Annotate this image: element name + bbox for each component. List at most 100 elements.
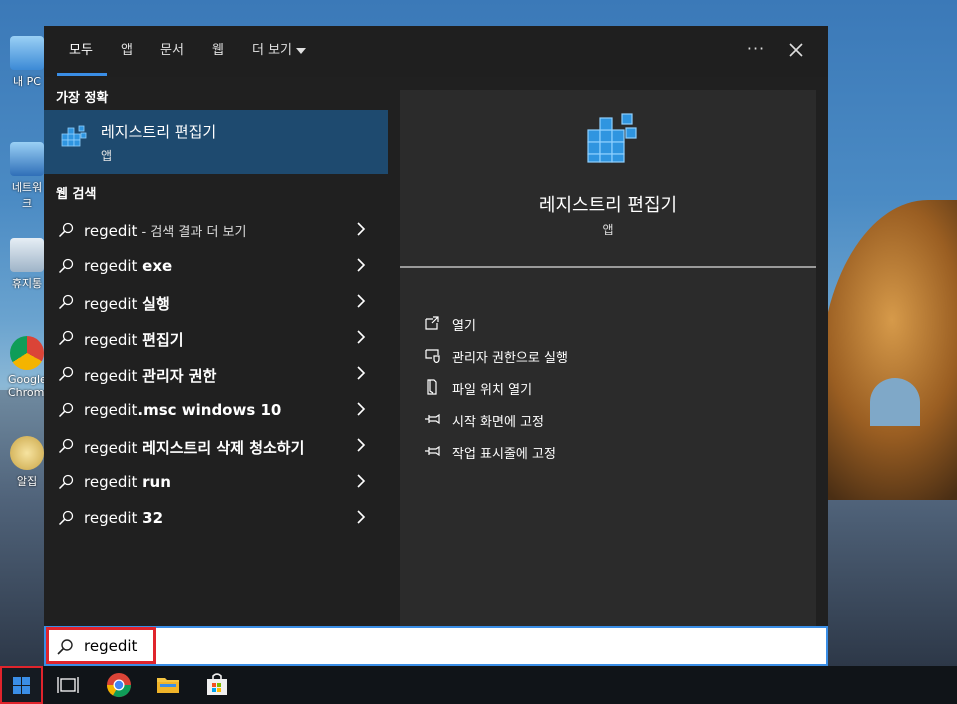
best-match-item[interactable]: 레지스트리 편집기 앱 [44, 110, 388, 174]
query-suggestion: 32 [142, 509, 164, 527]
query-suggestion: exe [142, 257, 173, 275]
web-search-query: regedit 편집기 [84, 329, 184, 350]
desktop-icon-recycle-bin[interactable]: 휴지통 [8, 238, 46, 291]
search-icon [58, 438, 74, 454]
query-suggestion: 레지스트리 삭제 청소하기 [142, 439, 305, 457]
query-suggestion: 실행 [142, 295, 170, 313]
active-tab-indicator [57, 73, 107, 76]
file-explorer-icon[interactable] [155, 672, 181, 698]
query-prefix: regedit [84, 401, 138, 419]
detail-pane: 레지스트리 편집기 앱 열기 관리자 권한으로 실행 파일 위치 열기 시작 화… [400, 90, 816, 626]
web-search-item[interactable]: regedit 레지스트리 삭제 청소하기 [44, 428, 388, 464]
query-prefix: regedit [84, 509, 143, 527]
recycle-bin-icon [10, 238, 44, 272]
web-search-item[interactable]: regedit 관리자 권한 [44, 356, 388, 392]
action-label: 시작 화면에 고정 [452, 415, 544, 430]
search-icon [58, 222, 74, 238]
action-label: 관리자 권한으로 실행 [452, 351, 568, 366]
registry-editor-large-icon [587, 113, 637, 163]
start-button[interactable] [0, 666, 43, 704]
action-pin-to-taskbar[interactable]: 작업 표시줄에 고정 [424, 442, 804, 462]
chrome-taskbar-icon[interactable] [106, 672, 132, 698]
web-search-item[interactable]: regedit - 검색 결과 더 보기 [44, 212, 388, 248]
action-run-as-admin[interactable]: 관리자 권한으로 실행 [424, 346, 804, 366]
web-search-query: regedit 레지스트리 삭제 청소하기 [84, 437, 304, 458]
search-icon [58, 258, 74, 274]
web-search-item[interactable]: regedit run [44, 464, 388, 500]
close-icon [789, 43, 803, 57]
desktop-icon-label: 알집 [16, 475, 38, 488]
web-search-query: regedit 32 [84, 509, 163, 527]
file-location-icon [427, 379, 437, 395]
wallpaper-cliff [820, 200, 957, 500]
desktop-icon-label: 휴지통 [11, 277, 43, 290]
web-search-query: regedit.msc windows 10 [84, 401, 281, 419]
shield-icon [425, 349, 440, 363]
web-search-item[interactable]: regedit 32 [44, 500, 388, 536]
results-list: 가장 정확 레지스트리 편집기 앱 웹 검색 regedit - 검색 결과 더… [44, 77, 388, 626]
action-label: 작업 표시줄에 고정 [452, 447, 556, 462]
web-search-item[interactable]: regedit.msc windows 10 [44, 392, 388, 428]
web-search-query: regedit 관리자 권한 [84, 365, 216, 386]
query-suggestion: run [142, 473, 171, 491]
search-icon [58, 294, 74, 310]
action-label: 열기 [452, 319, 476, 334]
chrome-icon [10, 336, 44, 370]
close-button[interactable] [784, 38, 808, 62]
query-prefix: regedit [84, 257, 143, 275]
query-prefix: regedit [84, 331, 143, 349]
web-search-query: regedit 실행 [84, 293, 170, 314]
search-box[interactable]: regedit [44, 626, 828, 666]
tab-apps[interactable]: 앱 [121, 42, 133, 62]
task-view-icon[interactable] [55, 672, 81, 698]
chevron-right-icon [357, 258, 366, 272]
tab-more-label: 더 보기 [252, 43, 293, 58]
action-open-file-location[interactable]: 파일 위치 열기 [424, 378, 804, 398]
desktop-icon-alzip[interactable]: 알집 [8, 436, 46, 489]
action-open[interactable]: 열기 [424, 314, 804, 334]
more-options-button[interactable]: ··· [744, 38, 768, 62]
detail-header: 레지스트리 편집기 앱 [400, 90, 816, 267]
detail-app-name: 레지스트리 편집기 [538, 195, 678, 216]
desktop-icon-chrome[interactable]: Google Chrome [8, 336, 51, 399]
open-icon [425, 316, 439, 330]
search-tabs-bar: 모두 앱 문서 웹 더 보기 ··· [44, 26, 828, 77]
query-suggestion: .msc windows 10 [137, 401, 282, 419]
alzip-icon [10, 436, 44, 470]
pin-icon [425, 413, 440, 425]
tab-web[interactable]: 웹 [212, 42, 224, 62]
query-prefix: regedit [84, 295, 143, 313]
highlight-box [46, 627, 156, 664]
windows-logo-icon [13, 677, 30, 694]
desktop-icon-network[interactable]: 네트워크 [8, 142, 46, 211]
action-pin-to-start[interactable]: 시작 화면에 고정 [424, 410, 804, 430]
chevron-right-icon [357, 366, 366, 380]
chevron-right-icon [357, 474, 366, 488]
best-match-subtitle: 앱 [101, 149, 113, 163]
network-icon [10, 142, 44, 176]
best-match-heading: 가장 정확 [56, 91, 109, 106]
detail-divider [400, 266, 816, 268]
chevron-right-icon [357, 510, 366, 524]
store-icon[interactable] [204, 672, 230, 698]
search-icon [58, 330, 74, 346]
query-prefix: regedit [84, 367, 143, 385]
query-prefix: regedit [84, 222, 138, 240]
query-suggestion: 관리자 권한 [142, 367, 217, 385]
search-icon [58, 366, 74, 382]
desktop-icon-this-pc[interactable]: 내 PC [8, 36, 46, 89]
detail-app-type: 앱 [602, 223, 614, 237]
search-icon [58, 510, 74, 526]
tab-more[interactable]: 더 보기 [252, 42, 307, 62]
chevron-right-icon [357, 330, 366, 344]
tab-all[interactable]: 모두 [69, 42, 93, 62]
query-suggestion: 편집기 [142, 331, 184, 349]
web-search-item[interactable]: regedit exe [44, 248, 388, 284]
search-icon [58, 474, 74, 490]
web-search-item[interactable]: regedit 실행 [44, 284, 388, 320]
chevron-right-icon [357, 402, 366, 416]
web-search-query: regedit run [84, 473, 171, 491]
tab-documents[interactable]: 문서 [160, 42, 184, 62]
pin-icon [425, 445, 440, 457]
web-search-item[interactable]: regedit 편집기 [44, 320, 388, 356]
